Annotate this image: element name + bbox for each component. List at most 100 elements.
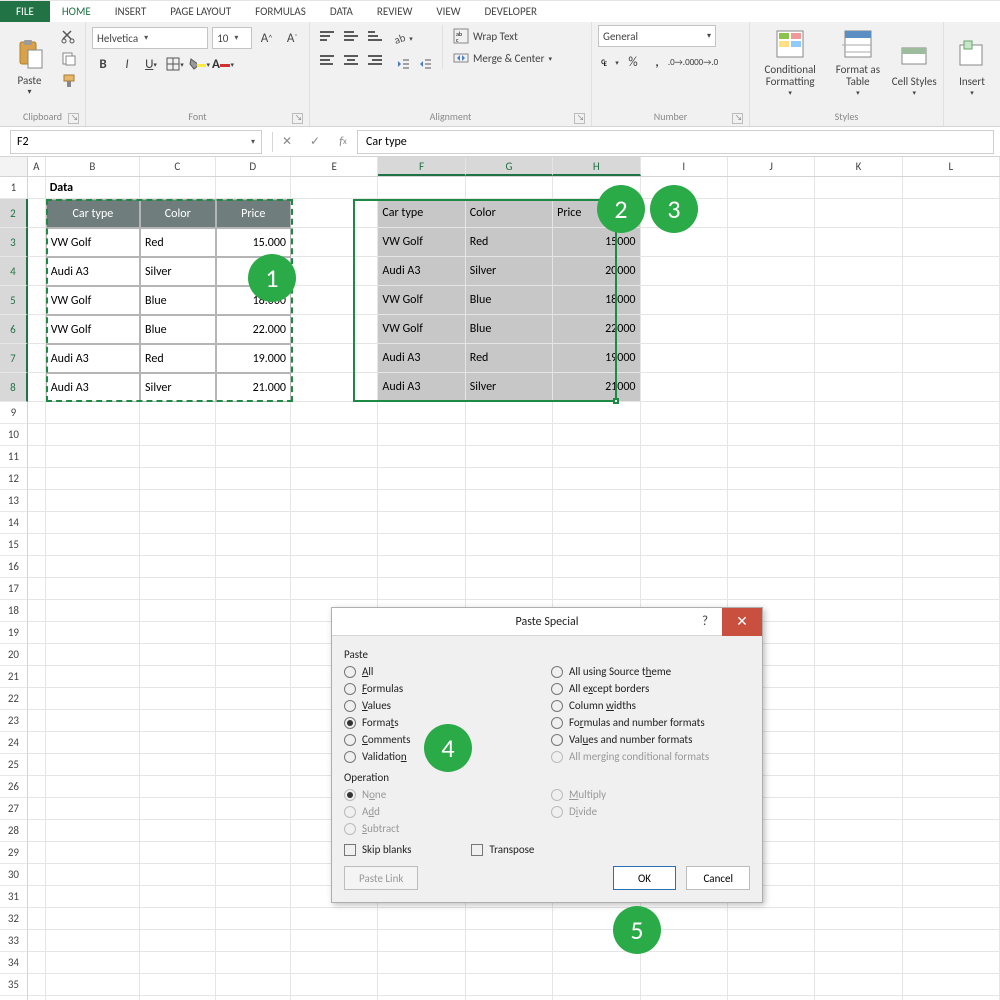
cell[interactable]: [291, 446, 378, 468]
dialog-title-bar[interactable]: Paste Special ? ✕: [332, 608, 762, 636]
cell[interactable]: [140, 754, 215, 776]
cell[interactable]: [140, 468, 215, 490]
cell[interactable]: [140, 644, 215, 666]
cell[interactable]: [28, 996, 46, 1000]
cell[interactable]: [46, 556, 140, 578]
row-header[interactable]: 2: [0, 199, 28, 228]
cell[interactable]: [903, 820, 1000, 842]
cell[interactable]: [728, 286, 815, 315]
cell[interactable]: [815, 666, 902, 688]
cell[interactable]: [216, 424, 291, 446]
cell[interactable]: [140, 177, 215, 199]
cell[interactable]: [728, 446, 815, 468]
cell[interactable]: [378, 930, 465, 952]
row-header[interactable]: 22: [0, 688, 28, 710]
cell[interactable]: [466, 974, 553, 996]
cell[interactable]: [28, 424, 46, 446]
cell[interactable]: [378, 908, 465, 930]
col-header-E[interactable]: E: [291, 157, 378, 176]
row-header[interactable]: 29: [0, 842, 28, 864]
cell[interactable]: [140, 974, 215, 996]
name-box[interactable]: F2▾: [10, 130, 262, 154]
cell[interactable]: [216, 688, 291, 710]
cell[interactable]: [28, 886, 46, 908]
row-header[interactable]: 5: [0, 286, 28, 315]
select-all-button[interactable]: [0, 157, 28, 176]
cell[interactable]: [28, 666, 46, 688]
cell[interactable]: [46, 600, 140, 622]
cell[interactable]: [903, 490, 1000, 512]
cell[interactable]: [728, 578, 815, 600]
cell[interactable]: [216, 732, 291, 754]
cell[interactable]: [140, 446, 215, 468]
cell[interactable]: [728, 996, 815, 1000]
cell[interactable]: [216, 864, 291, 886]
cell[interactable]: [378, 996, 465, 1000]
cell[interactable]: [28, 644, 46, 666]
cell[interactable]: [903, 666, 1000, 688]
paste-option[interactable]: All except borders: [551, 682, 750, 695]
cell[interactable]: [28, 512, 46, 534]
cell[interactable]: VW Golf: [46, 315, 140, 344]
cell[interactable]: [216, 644, 291, 666]
cell[interactable]: [466, 952, 553, 974]
cell[interactable]: [815, 424, 902, 446]
row-header[interactable]: 3: [0, 228, 28, 257]
cell[interactable]: [553, 534, 640, 556]
cell[interactable]: [46, 776, 140, 798]
cell[interactable]: [28, 930, 46, 952]
cell[interactable]: [46, 908, 140, 930]
orientation-button[interactable]: ab▾: [392, 27, 414, 49]
cell[interactable]: [903, 798, 1000, 820]
cell[interactable]: [28, 373, 46, 402]
cell[interactable]: [216, 798, 291, 820]
cell[interactable]: [641, 344, 728, 373]
cell[interactable]: [553, 490, 640, 512]
tab-developer[interactable]: DEVELOPER: [473, 1, 549, 22]
cell[interactable]: Blue: [466, 315, 553, 344]
cell[interactable]: [641, 996, 728, 1000]
increase-font-button[interactable]: A^: [256, 27, 278, 49]
cell[interactable]: [216, 468, 291, 490]
cell[interactable]: [291, 257, 378, 286]
paste-option[interactable]: Formulas and number formats: [551, 716, 750, 729]
cell[interactable]: [28, 776, 46, 798]
cell[interactable]: [291, 952, 378, 974]
cell[interactable]: [291, 228, 378, 257]
cell[interactable]: [728, 315, 815, 344]
cell[interactable]: [28, 578, 46, 600]
cell[interactable]: [140, 490, 215, 512]
row-header[interactable]: 7: [0, 344, 28, 373]
cell[interactable]: [140, 842, 215, 864]
cell[interactable]: [815, 776, 902, 798]
cell[interactable]: Price: [216, 199, 291, 228]
cell[interactable]: [140, 666, 215, 688]
cell[interactable]: [291, 286, 378, 315]
cell[interactable]: [641, 373, 728, 402]
cell[interactable]: [815, 490, 902, 512]
cell[interactable]: [291, 199, 378, 228]
increase-decimal-button[interactable]: .0→.00: [670, 51, 692, 73]
paste-option[interactable]: Formulas: [344, 682, 543, 695]
cell[interactable]: [728, 344, 815, 373]
cell[interactable]: [466, 446, 553, 468]
fx-button[interactable]: fx: [329, 130, 357, 154]
cell[interactable]: [28, 710, 46, 732]
underline-button[interactable]: U▾: [140, 53, 162, 75]
cell[interactable]: [291, 534, 378, 556]
cell[interactable]: [903, 886, 1000, 908]
cell[interactable]: [46, 754, 140, 776]
tab-data[interactable]: DATA: [318, 1, 365, 22]
cell[interactable]: [28, 732, 46, 754]
cell[interactable]: Blue: [140, 315, 215, 344]
cell[interactable]: [903, 732, 1000, 754]
cell[interactable]: [815, 600, 902, 622]
cell[interactable]: [815, 257, 902, 286]
cell[interactable]: [466, 556, 553, 578]
cancel-formula-button[interactable]: ✕: [273, 130, 301, 154]
fill-color-button[interactable]: ▾: [188, 53, 210, 75]
cell[interactable]: [291, 930, 378, 952]
row-header[interactable]: 34: [0, 952, 28, 974]
cell[interactable]: [903, 754, 1000, 776]
cell[interactable]: [815, 974, 902, 996]
